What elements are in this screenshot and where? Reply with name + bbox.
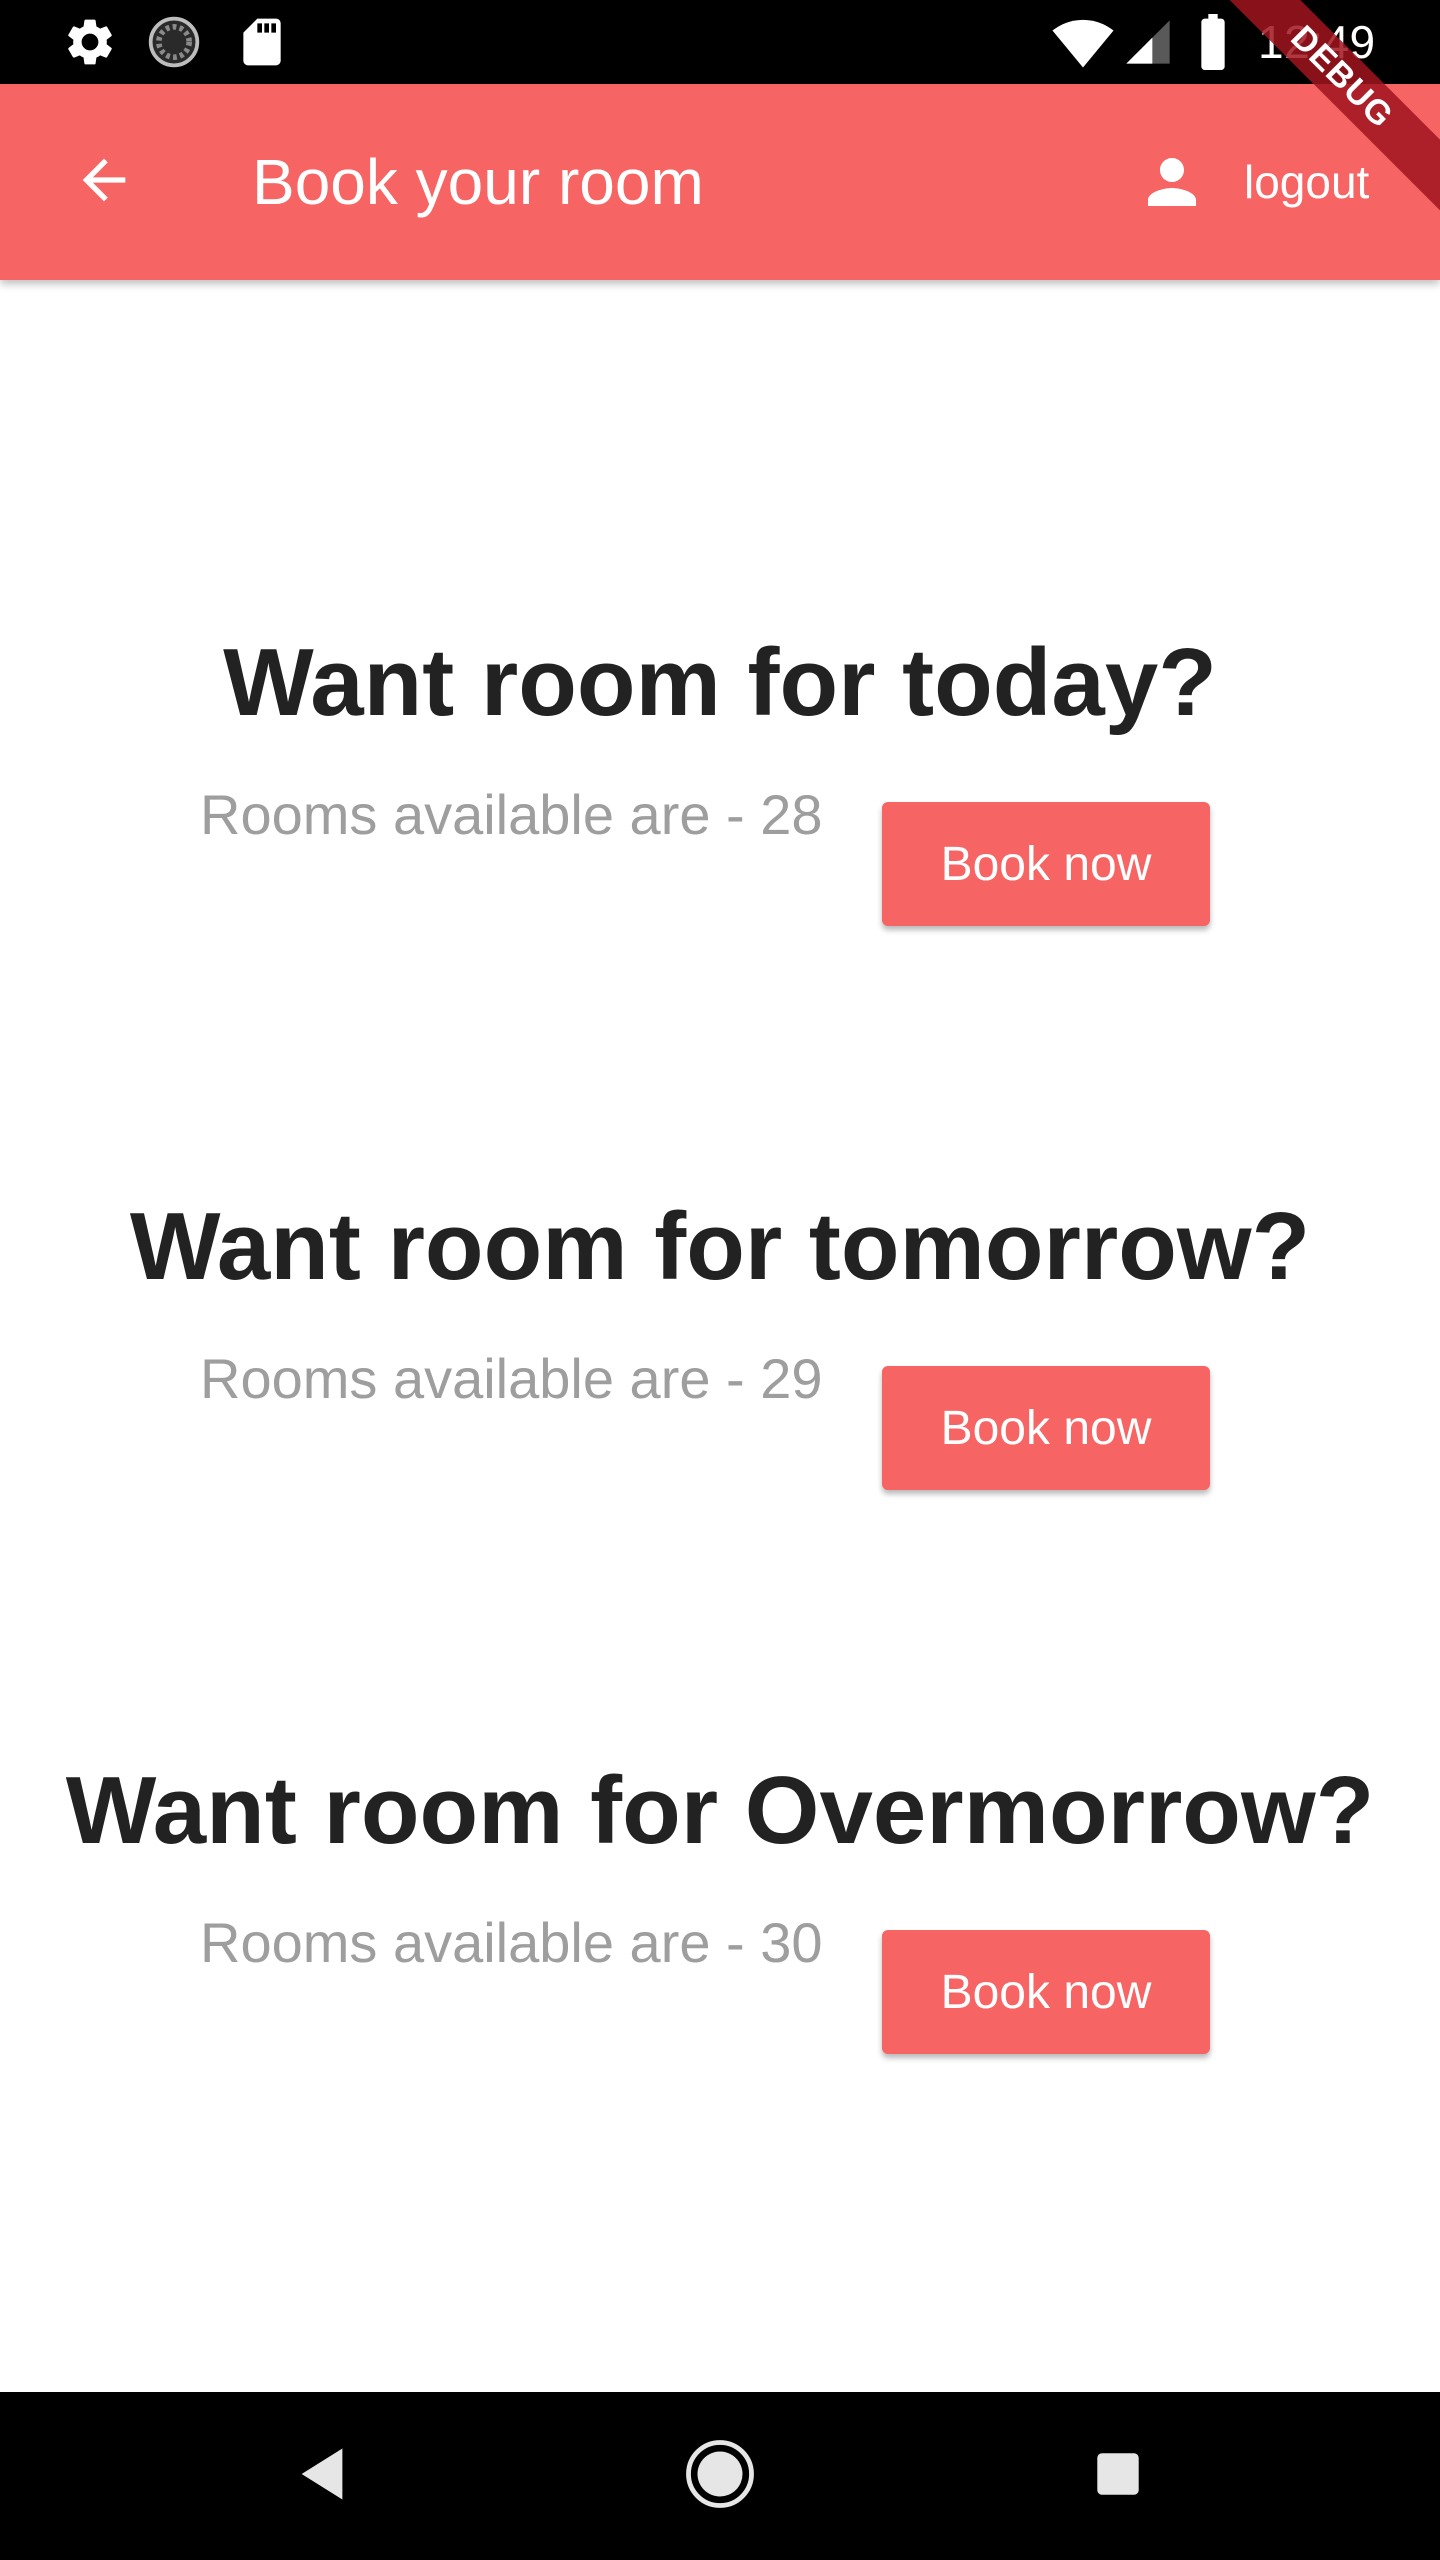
recents-square-icon [1095, 2451, 1141, 2502]
sd-card-icon [234, 14, 290, 70]
cell-signal-icon [1122, 14, 1174, 70]
book-now-button[interactable]: Book now [882, 1930, 1210, 2054]
availability-text: Rooms available are - 29 [200, 1347, 823, 1410]
book-now-button[interactable]: Book now [882, 1366, 1210, 1490]
nav-home-button[interactable] [660, 2416, 780, 2536]
arrow-back-icon [72, 148, 136, 217]
nav-recents-button[interactable] [1058, 2416, 1178, 2536]
home-circle-icon [684, 2438, 756, 2515]
logout-button[interactable]: logout [1132, 132, 1369, 232]
battery-icon [1196, 14, 1230, 70]
page-title: Book your room [252, 146, 704, 218]
section-heading: Want room for today? [223, 629, 1217, 736]
navigation-bar [0, 2392, 1440, 2560]
availability-text: Rooms available are - 28 [200, 783, 823, 846]
status-time: 12:49 [1258, 16, 1376, 68]
loading-icon [146, 14, 202, 70]
nav-back-button[interactable] [262, 2416, 382, 2536]
back-button[interactable] [48, 126, 160, 238]
section-heading: Want room for Overmorrow? [65, 1757, 1375, 1864]
availability-text: Rooms available are - 30 [200, 1911, 823, 1974]
book-now-button[interactable]: Book now [882, 802, 1210, 926]
section-heading: Want room for tomorrow? [129, 1193, 1311, 1300]
app-bar: Book your room logout [0, 84, 1440, 280]
logout-label: logout [1244, 156, 1370, 208]
person-icon [1132, 142, 1212, 222]
wifi-icon [1052, 14, 1114, 70]
settings-icon [62, 14, 118, 70]
back-triangle-icon [296, 2446, 348, 2507]
status-bar: 12:49 [0, 0, 1440, 84]
